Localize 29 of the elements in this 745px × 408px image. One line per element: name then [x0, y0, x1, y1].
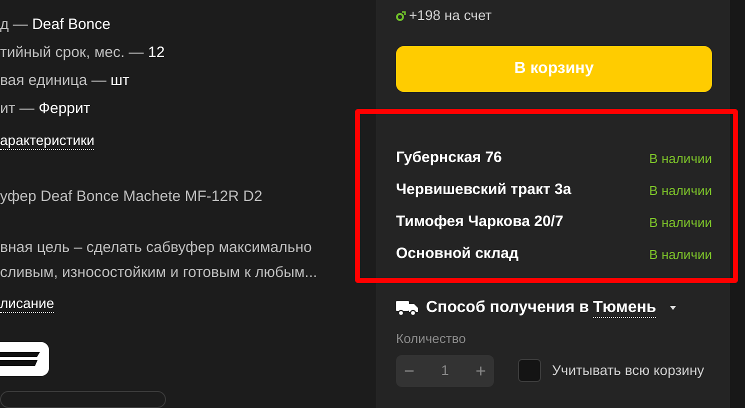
spec-line: тийный срок, мес. — 12	[0, 43, 166, 62]
store-name: Основной склад	[396, 244, 518, 264]
description-text: вная цель – сделать сабвуфер максимально сливым, износостойким и готовым к любым...	[0, 238, 318, 282]
caret-icon[interactable]	[670, 306, 676, 310]
truck-icon	[396, 300, 418, 316]
quantity-value: 1	[441, 361, 449, 380]
spec-line: вая единица — шт	[0, 71, 130, 90]
minus-button[interactable]: −	[404, 362, 415, 380]
stock-status: В наличии	[649, 182, 712, 200]
stock-status: В наличии	[649, 150, 712, 168]
store-name: Червишевский тракт 3а	[396, 180, 572, 200]
description-link[interactable]: лисание	[0, 294, 54, 312]
checkbox-label: Учитывать всю корзину	[552, 361, 704, 380]
product-title: уфер Deaf Bonce Machete MF-12R D2	[0, 187, 264, 207]
stock-status: В наличии	[649, 246, 712, 264]
delivery-label: Способ получения в	[426, 298, 589, 318]
store-name: Тимофея Чаркова 20/7	[396, 212, 564, 232]
spec-line: д — Deaf Bonce	[0, 15, 112, 34]
characteristics-link[interactable]: арактеристики	[0, 132, 94, 150]
bonus-icon	[396, 10, 406, 20]
spec-line: ит — Феррит	[0, 99, 92, 118]
stock-status: В наличии	[649, 214, 712, 232]
city-link[interactable]: Тюмень	[592, 298, 656, 318]
quantity-label: Количество	[396, 330, 467, 348]
plus-button[interactable]: +	[475, 362, 486, 380]
store-name: Губернская 76	[396, 148, 502, 168]
bonus-text: +198 на счет	[409, 6, 492, 25]
checkbox[interactable]	[518, 359, 541, 382]
brand-logo-icon	[0, 342, 49, 376]
